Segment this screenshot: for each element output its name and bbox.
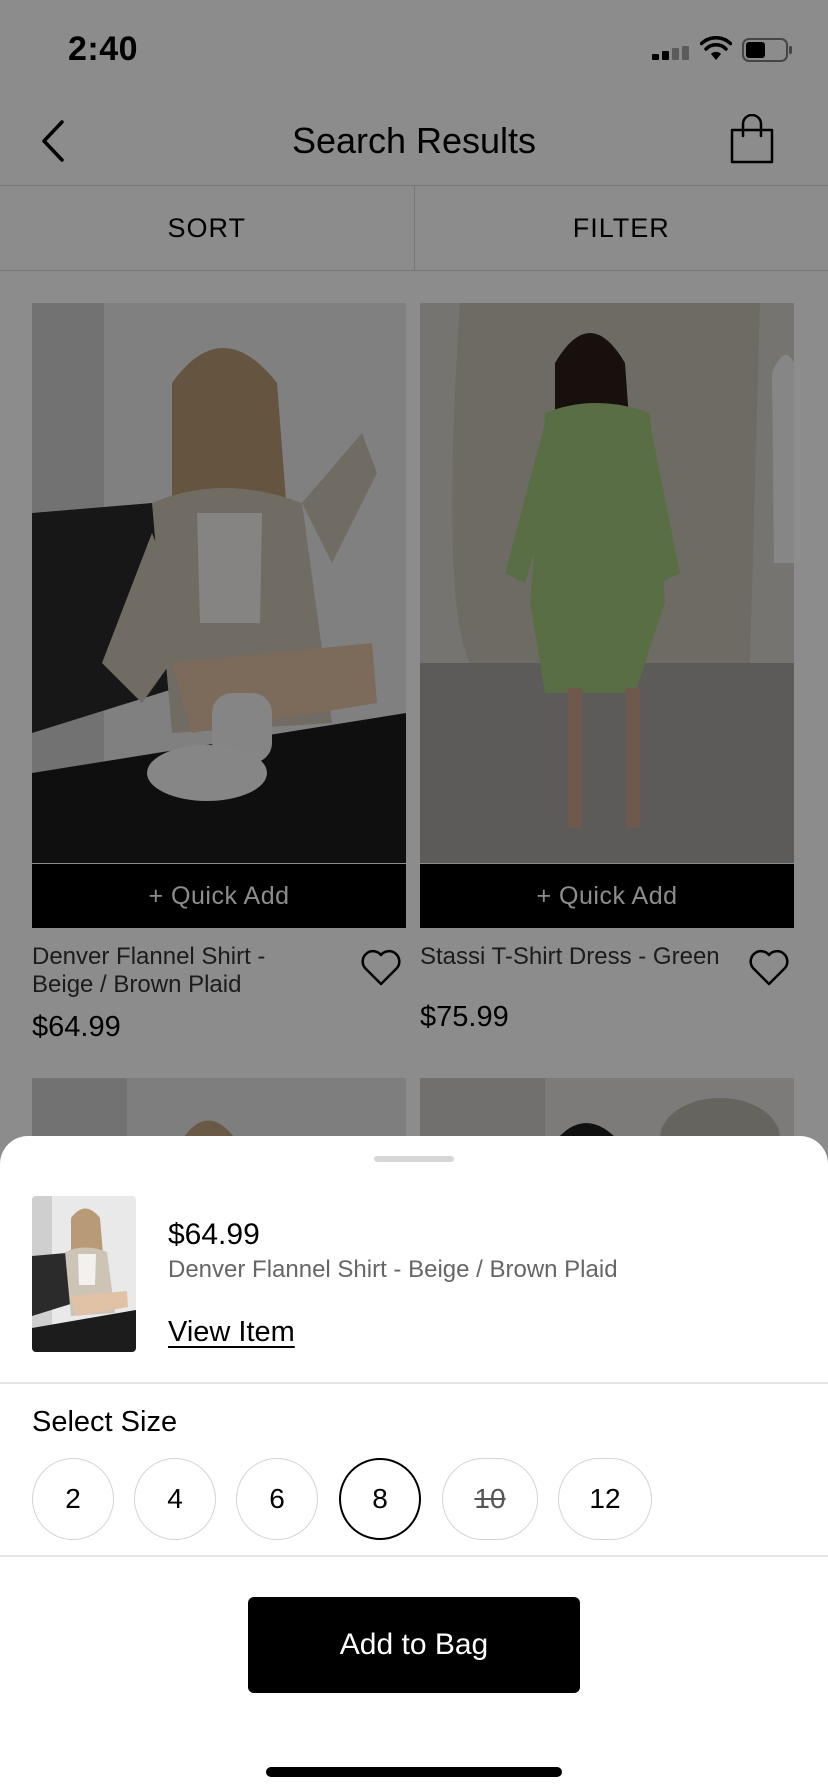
- product-name: Denver Flannel Shirt - Beige / Brown Pla…: [168, 1256, 618, 1283]
- select-size-label: Select Size: [32, 1406, 178, 1438]
- size-option-10[interactable]: 10: [442, 1458, 538, 1540]
- sheet-grabber[interactable]: [374, 1156, 454, 1162]
- view-item-link[interactable]: View Item: [168, 1316, 295, 1349]
- size-option-12[interactable]: 12: [558, 1458, 652, 1540]
- divider: [0, 1382, 828, 1384]
- size-option-8[interactable]: 8: [339, 1458, 421, 1540]
- home-indicator: [266, 1767, 562, 1777]
- product-price: $64.99: [168, 1218, 260, 1251]
- size-option-2[interactable]: 2: [32, 1458, 114, 1540]
- divider: [0, 1555, 828, 1557]
- product-thumbnail: [32, 1196, 136, 1352]
- size-option-4[interactable]: 4: [134, 1458, 216, 1540]
- size-option-6[interactable]: 6: [236, 1458, 318, 1540]
- add-to-bag-button[interactable]: Add to Bag: [248, 1597, 580, 1693]
- quick-add-sheet: $64.99 Denver Flannel Shirt - Beige / Br…: [0, 1136, 828, 1792]
